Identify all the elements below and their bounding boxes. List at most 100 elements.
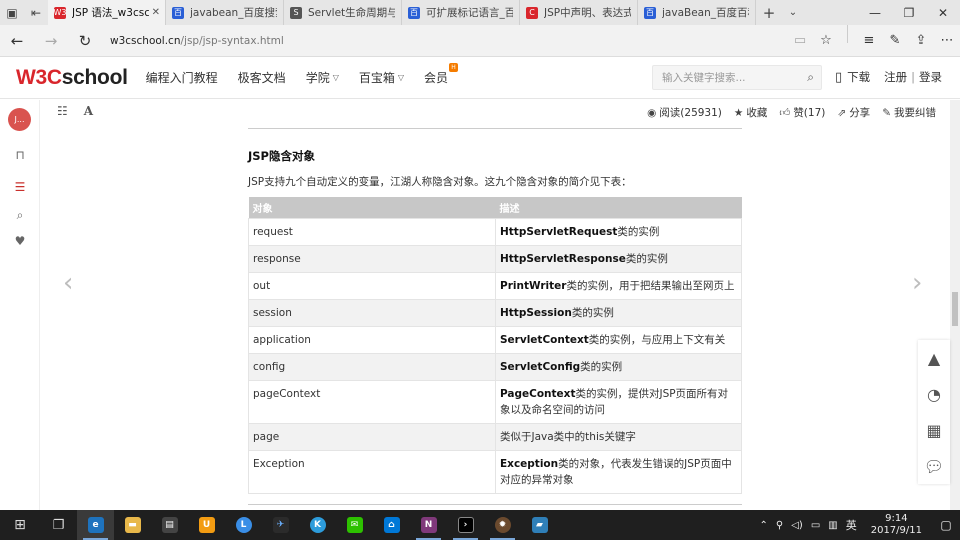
browser-tab[interactable]: S Servlet生命周期与工 (284, 0, 402, 25)
forward-button[interactable]: → (34, 25, 68, 57)
download-link[interactable]: 下载 (847, 69, 870, 85)
login-link[interactable]: 登录 (919, 69, 942, 85)
browser-tab[interactable]: W3 JSP 语法_w3csch ✕ (48, 0, 166, 25)
volume-icon[interactable]: ◁) (791, 520, 803, 531)
compass-icon[interactable]: ◔ (918, 376, 950, 412)
rail-search-icon[interactable]: ⌕ (0, 208, 40, 223)
register-link[interactable]: 注册 (884, 69, 907, 85)
store-bag-icon[interactable]: ⌂ (373, 510, 410, 540)
heart-icon[interactable]: ♥ (0, 234, 40, 248)
onenote-icon[interactable]: N (410, 510, 447, 540)
page-scrollbar[interactable] (950, 100, 960, 510)
settings-gear-icon[interactable]: ✹ (484, 510, 521, 540)
site-nav-item[interactable]: 百宝箱 ▽ (359, 69, 404, 86)
share-button[interactable]: ⇗ 分享 (837, 105, 870, 120)
browser-tab[interactable]: 百可扩展标记语言_百度 (402, 0, 520, 25)
description-text: 类的实例 (625, 252, 668, 265)
bird-app-icon[interactable]: ✈ (262, 510, 299, 540)
store-icon[interactable]: ▤ (151, 510, 188, 540)
tab-title: javaBean_百度百科 (662, 7, 749, 19)
close-window-button[interactable]: ✕ (926, 0, 960, 25)
menu-list-icon[interactable]: ☷ (57, 104, 68, 118)
share-icon[interactable]: ⇪ (908, 25, 934, 57)
description-text: 类的实例 (617, 225, 660, 238)
tab-favicon-icon: 百 (408, 6, 420, 19)
set-tabs-aside-icon[interactable]: ⇤ (24, 0, 48, 25)
font-size-icon[interactable]: A (84, 104, 93, 118)
site-nav-item[interactable]: 编程入门教程 (146, 69, 218, 86)
qrcode-icon[interactable]: ▦ (918, 412, 950, 448)
hub-icon[interactable]: ≡ (856, 25, 882, 57)
battery-icon[interactable]: ▭ (811, 520, 820, 531)
more-icon[interactable]: ⋯ (934, 25, 960, 57)
browser-tab[interactable]: 百 javaBean_百度百科 (638, 0, 756, 25)
site-nav-item[interactable]: 学院 ▽ (306, 69, 339, 86)
reading-view-icon[interactable]: ▭ (787, 25, 813, 57)
catalog-list-icon[interactable]: ☰ (0, 180, 40, 194)
minimize-button[interactable]: — (858, 0, 892, 25)
app-l-icon[interactable]: L (225, 510, 262, 540)
object-description-cell: PageContext类的实例，提供对JSP页面所有对象以及命名空间的访问 (495, 379, 742, 424)
back-button[interactable]: ← (0, 25, 34, 57)
rocket-icon[interactable]: ▲ (918, 340, 950, 376)
input-indicator-icon[interactable]: ▥ (828, 520, 837, 531)
restore-button[interactable]: ❐ (892, 0, 926, 25)
uc-browser-icon[interactable]: U (188, 510, 225, 540)
prev-page-arrow-icon[interactable]: ‹ (63, 268, 73, 298)
new-tab-button[interactable]: + (756, 0, 782, 25)
file-explorer-icon[interactable]: ▬ (114, 510, 151, 540)
table-row: session HttpSession类的实例 (248, 298, 742, 327)
toolbar-divider (847, 24, 848, 43)
tab-preview-chevron-icon[interactable]: ⌄ (782, 0, 804, 25)
like-button[interactable]: 👍︎ 赞(17) (779, 105, 825, 120)
clock[interactable]: 9:14 2017/9/11 (871, 513, 922, 537)
tab-favicon-icon: 百 (644, 6, 656, 19)
favorite-button[interactable]: ★ 收藏 (734, 105, 767, 120)
table-row: out PrintWriter类的实例，用于把结果输出至网页上 (248, 271, 742, 300)
edge-browser-icon[interactable]: e (77, 510, 114, 540)
scrollbar-thumb[interactable] (952, 292, 958, 326)
web-note-icon[interactable]: ✎ (882, 25, 908, 57)
table-row: request HttpServletRequest类的实例 (248, 217, 742, 246)
terminal-icon[interactable]: › (447, 510, 484, 540)
address-bar[interactable]: w3cschool.cn/jsp/jsp-syntax.html (110, 35, 787, 47)
favorite-star-icon[interactable]: ☆ (813, 25, 839, 57)
site-logo[interactable]: W3Cschool (16, 66, 128, 90)
feedback-chat-icon[interactable]: 💬︎ (918, 448, 950, 484)
notebook-app-icon[interactable]: ▰ (521, 510, 558, 540)
tab-manager-icon[interactable]: ▣ (0, 0, 24, 25)
ime-indicator[interactable]: 英 (846, 517, 857, 533)
url-host: w3cschool.cn (110, 34, 181, 47)
table-row: application ServletContext类的实例，与应用上下文有关 (248, 325, 742, 354)
refresh-button[interactable]: ↻ (68, 25, 102, 57)
browser-tab[interactable]: C JSP中声明、表达式和 (520, 0, 638, 25)
next-page-arrow-icon[interactable]: › (912, 268, 922, 298)
star-icon: ★ (733, 106, 744, 119)
browser-tab[interactable]: 百 javabean_百度搜索 (166, 0, 284, 25)
site-nav-item[interactable]: 会员 H (424, 63, 459, 86)
task-view-icon[interactable]: ❐ (40, 510, 77, 540)
object-name-cell: application (248, 325, 496, 354)
url-path: /jsp/jsp-syntax.html (180, 34, 284, 47)
search-icon[interactable]: ⌕ (807, 70, 814, 85)
report-error-button[interactable]: ✎ 我要纠错 (882, 105, 936, 120)
network-icon[interactable]: ⚲ (776, 520, 783, 531)
wechat-icon[interactable]: ✉ (336, 510, 373, 540)
object-description-cell: HttpSession类的实例 (495, 298, 742, 327)
site-nav-label: 学院 (305, 71, 330, 85)
start-windows-icon[interactable]: ⊞ (0, 510, 40, 540)
class-name: PrintWriter (500, 279, 567, 292)
action-center-icon[interactable]: ▢ (932, 510, 960, 540)
table-row: config ServletConfig类的实例 (248, 352, 742, 381)
bookmark-icon[interactable]: ⊓ (0, 148, 40, 162)
app-k-icon[interactable]: K (299, 510, 336, 540)
site-nav-item[interactable]: 极客文档 (238, 69, 286, 86)
tray-overflow-icon[interactable]: ⌃ (760, 520, 768, 531)
clock-time: 9:14 (885, 513, 908, 524)
object-description-cell: PrintWriter类的实例，用于把结果输出至网页上 (495, 271, 742, 300)
search-input[interactable]: 输入关键字搜索... ⌕ (652, 65, 822, 90)
tab-close-icon[interactable]: ✕ (148, 7, 160, 18)
avatar[interactable]: J... (8, 108, 31, 131)
table-header-row: 对象 描述 (248, 197, 742, 218)
chevron-down-icon: ▽ (397, 73, 405, 82)
